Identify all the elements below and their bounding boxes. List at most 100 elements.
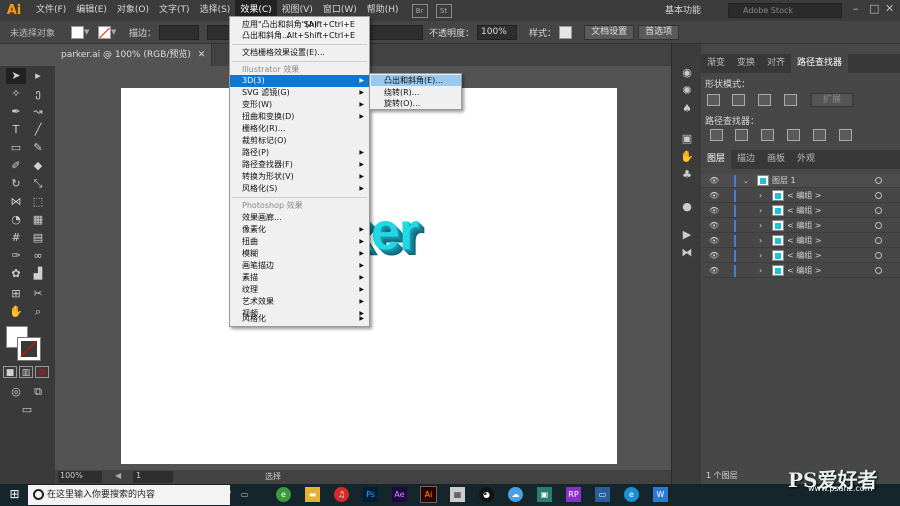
stock-icon[interactable]: St (435, 3, 452, 18)
group-name[interactable]: < 编组 > (787, 264, 822, 278)
task-view-icon[interactable]: ▭ (237, 487, 252, 502)
chevron-down-icon[interactable]: ▼ (84, 28, 92, 36)
menu-item-effect-gallery[interactable]: 效果画廊... (230, 212, 369, 224)
menu-item-artistic[interactable]: 艺术效果 ▶ (230, 296, 369, 308)
edge-icon[interactable]: e (624, 487, 639, 502)
menu-item-crop-marks[interactable]: 裁剪标记(O) (230, 135, 369, 147)
exclude-button[interactable] (784, 94, 797, 106)
sublayer-row[interactable]: 👁 › < 编组 > (701, 219, 900, 233)
menu-file[interactable]: 文件(F) (31, 0, 71, 21)
group-name[interactable]: < 编组 > (787, 219, 822, 233)
eye-icon[interactable]: 👁 (709, 234, 719, 248)
stroke-weight-field[interactable] (159, 24, 200, 40)
gradient-mode-icon[interactable]: ▥ (19, 366, 33, 378)
curvature-tool-icon[interactable]: ↝ (28, 104, 48, 120)
menu-item-pixelate[interactable]: 像素化 ▶ (230, 224, 369, 236)
links-panel-icon[interactable]: ⧓ (679, 246, 695, 260)
document-tab[interactable]: parker.ai @ 100% (RGB/预览) ✕ (55, 44, 213, 66)
menu-item-distort-transform[interactable]: 扭曲和变换(D) ▶ (230, 111, 369, 123)
minus-back-button[interactable] (839, 129, 852, 141)
cloud-icon[interactable]: ☁ (508, 487, 523, 502)
line-tool-icon[interactable]: ╱ (28, 122, 48, 138)
windows-start-icon[interactable]: ⊞ (7, 487, 22, 502)
brush-definition[interactable] (363, 24, 424, 40)
menu-object[interactable]: 对象(O) (112, 0, 154, 21)
maximize-icon[interactable]: □ (869, 2, 879, 15)
menu-item-svg-filters[interactable]: SVG 滤镜(G) ▶ (230, 87, 369, 99)
eye-icon[interactable]: 👁 (709, 204, 719, 218)
stroke-color-swatch[interactable] (17, 337, 41, 361)
transparency-panel-icon[interactable]: ● (679, 200, 695, 214)
rectangle-tool-icon[interactable]: ▭ (6, 140, 26, 156)
sublayer-row[interactable]: 👁 › < 编组 > (701, 234, 900, 248)
fill-swatch[interactable] (71, 25, 85, 39)
tab-layers[interactable]: 图层 (701, 150, 732, 169)
stock-search-input[interactable]: Adobe Stock (728, 3, 842, 18)
prev-page-icon[interactable]: ◀ (115, 471, 123, 480)
free-transform-icon[interactable]: ⬚ (28, 194, 48, 210)
menu-item-3d[interactable]: 3D(3) ▶ (230, 75, 369, 87)
draw-mode-icon[interactable]: ◎ (6, 384, 26, 400)
chevron-right-icon[interactable]: › (759, 189, 762, 203)
menu-item-3d-rotate[interactable]: 旋转(O)... (371, 98, 461, 109)
tab-artboards[interactable]: 画板 (761, 150, 791, 169)
monitor-icon[interactable]: ▭ (595, 487, 610, 502)
zoom-field[interactable]: 100% (58, 471, 102, 483)
none-mode-icon[interactable]: ⊘ (35, 366, 49, 378)
artboard-tool-icon[interactable]: ⊞ (6, 286, 26, 302)
group-name[interactable]: < 编组 > (787, 249, 822, 263)
target-icon[interactable] (875, 252, 882, 259)
app-icon[interactable]: ▣ (537, 487, 552, 502)
target-icon[interactable] (875, 237, 882, 244)
eye-icon[interactable]: 👁 (709, 219, 719, 233)
eye-icon[interactable]: 👁 (709, 264, 719, 278)
sublayer-row[interactable]: 👁 › < 编组 > (701, 249, 900, 263)
change-screen-mode-icon[interactable]: ▭ (17, 402, 37, 418)
close-window-icon[interactable]: ✕ (885, 2, 894, 15)
lasso-icon[interactable]: ე (28, 86, 48, 102)
layer-row[interactable]: 👁 ⌄ 图层 1 (701, 174, 900, 188)
menu-item-3d-extrude-bevel[interactable]: 凸出和斜角(E)... (371, 75, 461, 86)
eraser-icon[interactable]: ◆ (28, 158, 48, 174)
menu-item-ps-stylize[interactable]: 风格化 ▶ (229, 313, 370, 325)
menu-item-texture[interactable]: 纹理 ▶ (230, 284, 369, 296)
color-guide-icon[interactable]: ✋ (679, 150, 695, 164)
group-name[interactable]: < 编组 > (787, 234, 822, 248)
graphic-style-swatch[interactable] (559, 25, 573, 39)
chevron-right-icon[interactable]: › (759, 249, 762, 263)
merge-button[interactable] (761, 129, 774, 141)
sublayer-row[interactable]: 👁 › < 编组 > (701, 189, 900, 203)
menu-item-blur[interactable]: 模糊 ▶ (230, 248, 369, 260)
wps-icon[interactable]: W (653, 487, 668, 502)
blend-tool-icon[interactable]: ∞ (28, 248, 48, 264)
file-explorer-icon[interactable]: ▬ (305, 487, 320, 502)
menu-item-warp[interactable]: 变形(W) ▶ (230, 99, 369, 111)
chevron-down-icon[interactable]: ⌄ (743, 174, 749, 188)
minimize-icon[interactable]: – (853, 2, 859, 15)
swatches-panel-icon[interactable]: ◉ (679, 66, 695, 80)
chevron-right-icon[interactable]: › (759, 204, 762, 218)
menu-item-sketch[interactable]: 素描 ▶ (230, 272, 369, 284)
preferences-button[interactable]: 首选项 (638, 24, 680, 40)
outline-button[interactable] (813, 129, 826, 141)
target-icon[interactable] (875, 207, 882, 214)
direct-selection-tool-icon[interactable]: ▸ (28, 68, 48, 84)
sublayer-row[interactable]: 👁 › < 编组 > (701, 264, 900, 278)
pen-tool-icon[interactable]: ✒ (6, 104, 26, 120)
calculator-icon[interactable]: ▦ (450, 487, 465, 502)
screen-mode-icon[interactable]: ⧉ (28, 384, 48, 400)
target-icon[interactable] (875, 177, 882, 184)
gradient-tool-icon[interactable]: ▤ (28, 230, 48, 246)
photoshop-icon[interactable]: Ps (363, 487, 378, 502)
type-tool-icon[interactable]: T (6, 122, 26, 138)
document-setup-button[interactable]: 文档设置 (584, 24, 635, 40)
column-graph-icon[interactable]: ▟ (28, 266, 48, 282)
group-name[interactable]: < 编组 > (787, 189, 822, 203)
target-icon[interactable] (875, 192, 882, 199)
menu-item-3d-revolve[interactable]: 绕转(R)... (371, 87, 461, 98)
menu-item-rasterize[interactable]: 栅格化(R)... (230, 123, 369, 135)
symbols-panel-icon[interactable]: ♠ (679, 102, 695, 116)
scale-tool-icon[interactable]: ⤡ (28, 176, 48, 192)
actions-panel-icon[interactable]: ▶ (679, 228, 695, 242)
eyedropper-icon[interactable]: ✑ (6, 248, 26, 264)
